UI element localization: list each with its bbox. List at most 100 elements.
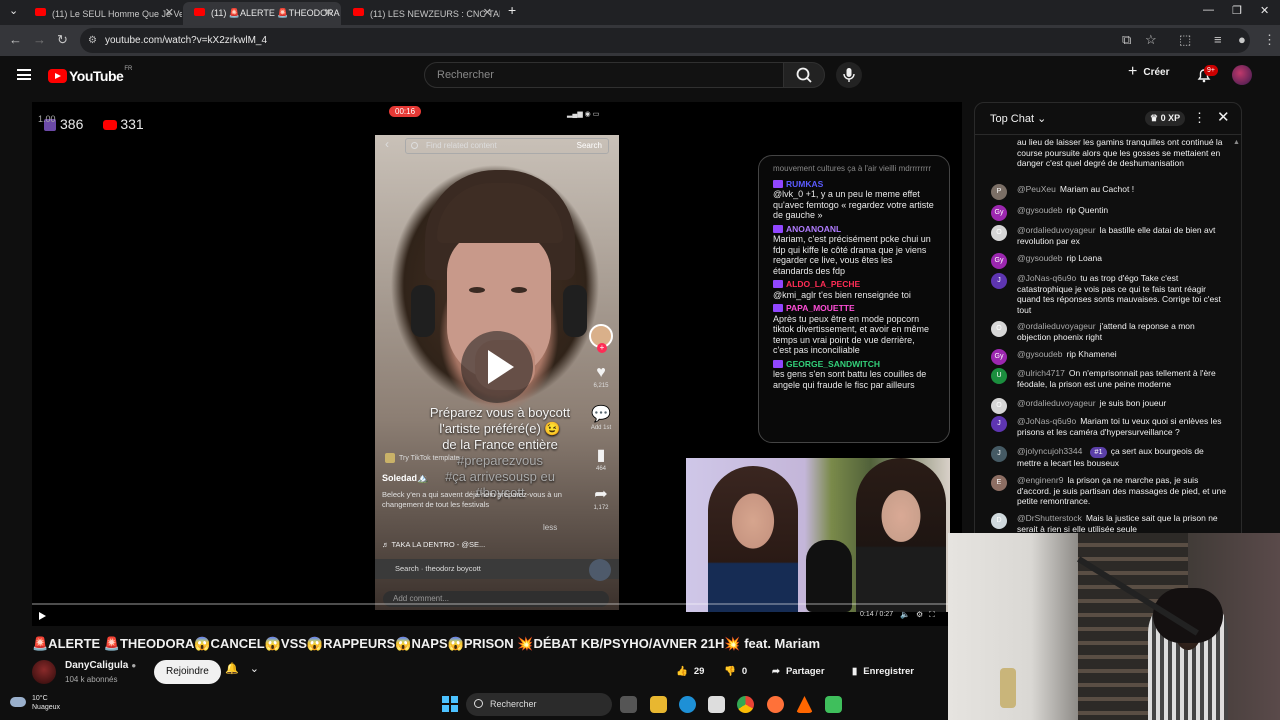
taskbar-search[interactable]: Rechercher: [466, 693, 612, 716]
follow-plus-icon[interactable]: +: [597, 343, 607, 353]
tiktok-comment-button[interactable]: 💬 Add 1st: [583, 407, 619, 432]
dislike-button[interactable]: 👎 0: [724, 660, 747, 684]
play-icon[interactable]: [39, 612, 46, 620]
vlc-icon[interactable]: [796, 696, 813, 713]
account-avatar[interactable]: [1232, 65, 1252, 85]
subscribe-notifications-button[interactable]: 🔔 ⌄: [225, 662, 259, 675]
chat-author-avatar[interactable]: Gy: [991, 205, 1007, 221]
chat-author-avatar[interactable]: O: [991, 225, 1007, 241]
chat-author-name[interactable]: @DrShutterstock: [1017, 513, 1082, 523]
play-overlay-button[interactable]: [461, 331, 533, 403]
chat-author-avatar[interactable]: O: [991, 321, 1007, 337]
youtube-logo[interactable]: YouTube FR: [48, 66, 132, 84]
app-icon[interactable]: [825, 696, 842, 713]
reload-icon[interactable]: ↻: [57, 32, 68, 48]
chat-author-name[interactable]: @PeuXeu: [1017, 184, 1056, 194]
close-icon[interactable]: ✕: [1217, 108, 1230, 126]
back-icon[interactable]: ←: [9, 32, 22, 47]
extensions-icon[interactable]: ⬚: [1179, 32, 1191, 48]
site-info-icon[interactable]: ⚙: [88, 28, 97, 53]
browser-tab-1[interactable]: (11) Le SEUL Homme Que Je Veux ✕: [24, 2, 182, 25]
search-input[interactable]: Rechercher: [424, 62, 784, 88]
create-button[interactable]: + Créer: [1128, 64, 1169, 80]
like-button[interactable]: 👍 29: [676, 660, 704, 684]
video-player[interactable]: 1.00 386 331 00:16 ▂▄▆ ◉ ▭ ‹ Find relate…: [32, 102, 962, 626]
chat-author-name[interactable]: @gysoudeb: [1017, 349, 1063, 359]
tiktok-save-button[interactable]: ▮ 464: [583, 448, 619, 473]
profile-icon[interactable]: ●: [1238, 32, 1246, 47]
chat-author-name[interactable]: @gysoudeb: [1017, 205, 1063, 215]
chat-mode-dropdown[interactable]: Top Chat ⌄: [990, 112, 1046, 125]
chat-author-avatar[interactable]: E: [991, 475, 1007, 491]
close-tab-icon[interactable]: ✕: [324, 6, 333, 19]
chat-author-avatar[interactable]: D: [991, 513, 1007, 529]
tiktok-template-link[interactable]: Try TikTok template: [385, 453, 459, 463]
chat-author-name[interactable]: @jolyncujoh3344: [1017, 446, 1082, 456]
chat-author-name[interactable]: @ordalieduvoyageur: [1017, 225, 1096, 235]
store-icon[interactable]: [708, 696, 725, 713]
file-explorer-icon[interactable]: [650, 696, 667, 713]
new-tab-button[interactable]: +: [508, 2, 516, 18]
xp-badge[interactable]: ♛ 0 XP: [1145, 111, 1186, 126]
chat-author-name[interactable]: @ordalieduvoyageur: [1017, 398, 1096, 408]
tiktok-like-button[interactable]: ♥ 6,215: [583, 365, 619, 390]
tiktok-search-bar[interactable]: Find related content Search: [405, 138, 609, 154]
chrome-icon[interactable]: [737, 696, 754, 713]
firefox-icon[interactable]: [767, 696, 784, 713]
address-bar[interactable]: ⚙ youtube.com/watch?v=kX2zrkwlM_4: [80, 28, 1250, 53]
browser-menu-icon[interactable]: ⋮: [1263, 32, 1276, 48]
channel-avatar[interactable]: [32, 660, 56, 684]
tiktok-sound[interactable]: ♬ TAKA LA DENTRO - @SE...: [382, 540, 485, 549]
menu-icon[interactable]: [17, 69, 31, 80]
browser-tab-3[interactable]: (11) LES NEWZEURS : CNC TALK ✕: [342, 2, 500, 25]
close-tab-icon[interactable]: ✕: [165, 6, 174, 19]
chat-author-name[interactable]: @gysoudeb: [1017, 253, 1063, 263]
forward-icon[interactable]: →: [33, 32, 46, 47]
chat-author-avatar[interactable]: J: [991, 446, 1007, 462]
windows-start-icon[interactable]: [442, 696, 458, 712]
chat-author-avatar[interactable]: U: [991, 368, 1007, 384]
back-icon[interactable]: ‹: [385, 137, 389, 151]
tiktok-search-button[interactable]: Search: [577, 139, 602, 153]
share-button[interactable]: ➦ Partager: [772, 660, 825, 684]
bookmark-star-icon[interactable]: ☆: [1145, 32, 1157, 48]
chat-author-avatar[interactable]: Gy: [991, 349, 1007, 365]
tiktok-share-button[interactable]: ➦ 1,172: [583, 487, 619, 512]
save-button[interactable]: ▮ Enregistrer: [852, 660, 914, 684]
video-progress-bar[interactable]: [32, 603, 962, 605]
edge-icon[interactable]: [679, 696, 696, 713]
chat-author-avatar[interactable]: J: [991, 416, 1007, 432]
voice-search-button[interactable]: [836, 62, 862, 88]
close-tab-icon[interactable]: ✕: [483, 6, 492, 19]
chat-author-avatar[interactable]: Gy: [991, 253, 1007, 269]
channel-name[interactable]: DanyCaligula ●: [65, 660, 136, 671]
minimize-icon[interactable]: —: [1203, 4, 1214, 16]
chat-author-name[interactable]: @JoNas-q6u9o: [1017, 416, 1076, 426]
chat-author-avatar[interactable]: O: [991, 398, 1007, 414]
install-app-icon[interactable]: ⧉: [1122, 32, 1131, 48]
browser-tab-2[interactable]: (11) 🚨ALERTE 🚨THEODORA ✕: [183, 2, 341, 25]
chat-author-name[interactable]: @ordalieduvoyageur: [1017, 321, 1096, 331]
chat-author-name[interactable]: @enginenr9: [1017, 475, 1063, 485]
chat-author-avatar[interactable]: J: [991, 273, 1007, 289]
close-window-icon[interactable]: ✕: [1260, 4, 1269, 17]
tiktok-search-suggestion[interactable]: Search · theodorz boycott ›: [375, 559, 619, 579]
maximize-icon[interactable]: ❐: [1232, 4, 1242, 17]
chat-author-avatar[interactable]: P: [991, 184, 1007, 200]
more-options-icon[interactable]: ⋮: [1193, 110, 1206, 126]
task-view-icon[interactable]: [620, 696, 637, 713]
player-settings-icons[interactable]: 🔈⚙⛶: [900, 610, 941, 620]
search-button[interactable]: [783, 62, 825, 88]
twitch-chat-text: @lvk_0 +1, y a un peu le meme effet qu'a…: [773, 189, 934, 220]
chat-author-name[interactable]: @ulrich4717: [1017, 368, 1065, 378]
tab-list-icon[interactable]: ⌄: [9, 4, 18, 17]
tiktok-less-link[interactable]: less: [543, 523, 557, 532]
weather-widget[interactable]: 10°C Nuageux: [10, 694, 60, 712]
media-control-icon[interactable]: ≡: [1214, 32, 1222, 47]
sound-disc-icon[interactable]: [589, 559, 611, 581]
join-button[interactable]: Rejoindre: [154, 660, 221, 684]
scroll-up-icon[interactable]: ▲: [1233, 139, 1240, 146]
chat-author-name[interactable]: @JoNas-q6u9o: [1017, 273, 1076, 283]
tiktok-username[interactable]: Soledad🏔️: [382, 473, 428, 484]
tiktok-creator-avatar[interactable]: +: [589, 324, 613, 353]
